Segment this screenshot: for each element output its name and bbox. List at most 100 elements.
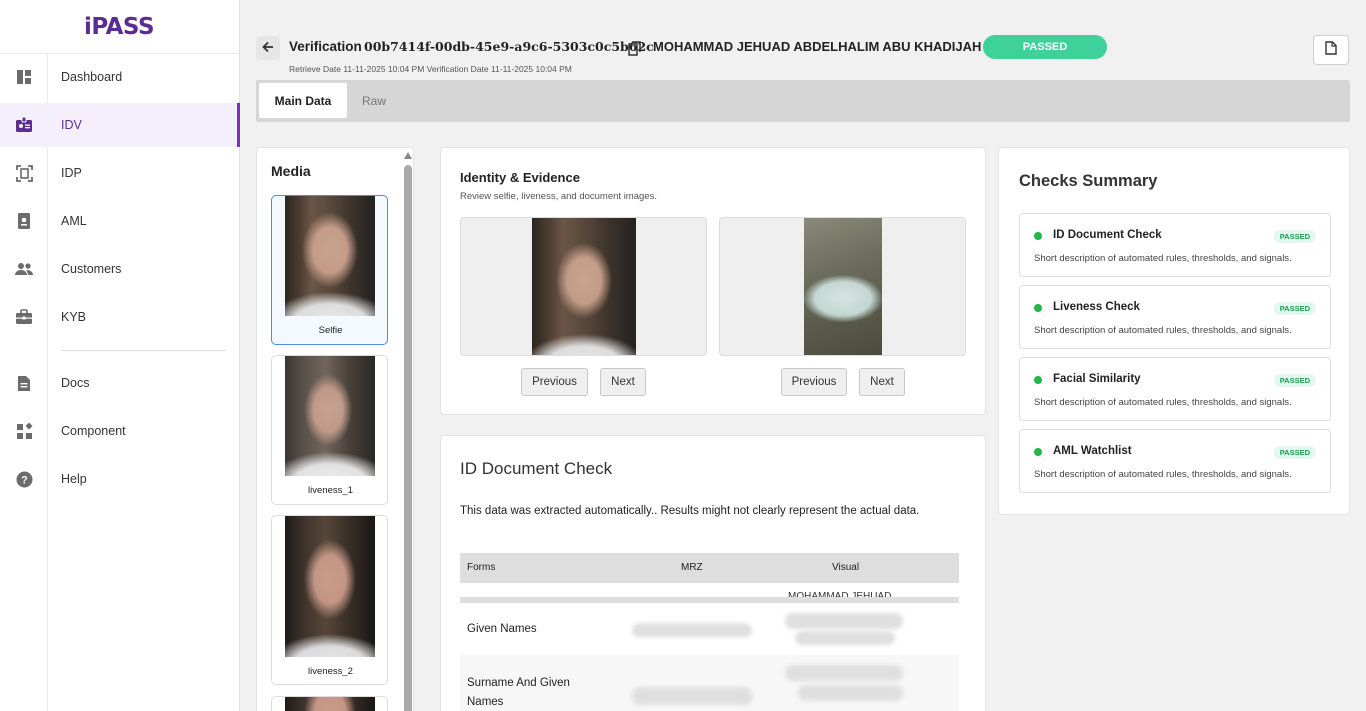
export-document-button[interactable] [1313, 35, 1349, 65]
sidebar-item-component[interactable]: Component [0, 409, 240, 453]
scroll-up-arrow-icon[interactable] [404, 152, 412, 159]
check-description: Short description of automated rules, th… [1034, 469, 1292, 480]
row-label: Surname And Given Names [467, 677, 570, 708]
check-description: Short description of automated rules, th… [1034, 253, 1292, 264]
verification-title: Verification [289, 39, 362, 54]
sidebar-item-label: Help [61, 472, 87, 486]
document-next-button[interactable]: Next [859, 368, 905, 396]
id-document-title: ID Document Check [460, 459, 613, 478]
selfie-previous-button[interactable]: Previous [521, 368, 588, 396]
media-title: Media [271, 163, 311, 179]
checks-summary-title: Checks Summary [1019, 172, 1158, 190]
document-icon [15, 374, 33, 392]
sidebar-item-kyb[interactable]: KYB [0, 295, 240, 339]
column-header: Forms [467, 562, 496, 573]
status-badge: PASSED [983, 35, 1107, 59]
check-description: Short description of automated rules, th… [1034, 325, 1292, 336]
check-name: AML Watchlist [1053, 445, 1132, 457]
media-item-liveness-1[interactable]: liveness_1 [271, 355, 388, 505]
check-name: Liveness Check [1053, 301, 1140, 313]
media-caption: liveness_2 [308, 666, 353, 677]
check-item[interactable]: AML Watchlist PASSED Short description o… [1019, 429, 1331, 493]
column-header: MRZ [681, 562, 703, 573]
sidebar-item-label: Customers [61, 262, 122, 276]
check-status-badge: PASSED [1273, 446, 1316, 459]
table-row: MOHAMMAD JEHUAD [460, 583, 959, 603]
liveness-1-thumbnail [285, 356, 375, 476]
table-row: Given Names [460, 603, 959, 655]
check-item[interactable]: ID Document Check PASSED Short descripti… [1019, 213, 1331, 277]
redacted-mrz-value [632, 687, 752, 705]
help-icon: ? [15, 470, 33, 488]
sidebar-item-help[interactable]: ? Help [0, 457, 240, 501]
check-item[interactable]: Liveness Check PASSED Short description … [1019, 285, 1331, 349]
back-button[interactable] [256, 36, 280, 60]
check-name: Facial Similarity [1053, 373, 1141, 385]
media-item-selfie[interactable]: Selfie [271, 195, 388, 345]
extraction-note: This data was extracted automatically.. … [460, 505, 920, 517]
media-panel: Media Selfie liveness_1 liveness_2 [256, 147, 414, 711]
sidebar-item-dashboard[interactable]: Dashboard [0, 55, 240, 99]
arrow-left-icon [262, 40, 274, 56]
liveness-2-thumbnail [285, 516, 375, 657]
sidebar-item-label: Dashboard [61, 70, 123, 84]
contact-card-icon [15, 212, 33, 230]
redacted-visual-value [798, 685, 903, 701]
verification-id: 00b7414f-00db-45e9-a9c6-5303c0c5b62c [364, 39, 654, 54]
copy-icon[interactable] [628, 41, 641, 56]
sidebar-item-label: Component [61, 424, 126, 438]
sidebar-item-label: IDV [61, 118, 82, 132]
media-scrollbar[interactable] [404, 152, 412, 711]
media-caption: Selfie [318, 325, 343, 336]
scroll-thumb[interactable] [404, 165, 412, 711]
media-caption: liveness_1 [308, 485, 353, 496]
sidebar-item-idp[interactable]: IDP [0, 151, 240, 195]
media-item-liveness-2[interactable]: liveness_2 [271, 515, 388, 685]
identity-title: Identity & Evidence [460, 170, 580, 185]
column-header: Visual [832, 562, 860, 573]
people-icon [15, 260, 33, 278]
document-viewer [719, 217, 966, 356]
dashboard-icon [15, 68, 33, 86]
briefcase-icon [15, 308, 33, 326]
sidebar-item-aml[interactable]: AML [0, 199, 240, 243]
tab-raw[interactable]: Raw [352, 83, 396, 118]
tab-bar: Main Data Raw [256, 80, 1350, 122]
tab-main-data[interactable]: Main Data [259, 83, 347, 118]
table-row: Surname And Given Names [460, 655, 959, 711]
redacted-visual-value [785, 613, 903, 629]
sidebar-item-label: AML [61, 214, 87, 228]
check-status-badge: PASSED [1273, 230, 1316, 243]
id-document-card: ID Document Check This data was extracte… [440, 435, 986, 711]
sidebar-divider [61, 350, 226, 351]
logo[interactable]: iPASS [84, 14, 155, 40]
check-item[interactable]: Facial Similarity PASSED Short descripti… [1019, 357, 1331, 421]
svg-text:?: ? [21, 474, 28, 486]
widgets-icon [15, 422, 33, 440]
document-image [804, 218, 882, 355]
sidebar-item-label: KYB [61, 310, 87, 324]
sidebar-item-idv[interactable]: IDV [0, 103, 240, 147]
sidebar-item-customers[interactable]: Customers [0, 247, 240, 291]
redacted-mrz-value [632, 623, 752, 637]
check-status-badge: PASSED [1273, 302, 1316, 315]
document-previous-button[interactable]: Previous [781, 368, 847, 396]
status-dot-icon [1034, 304, 1042, 312]
check-name: ID Document Check [1053, 229, 1162, 241]
table-header: Forms MRZ Visual [460, 553, 959, 583]
checks-summary-card: Checks Summary ID Document Check PASSED … [998, 147, 1350, 515]
media-thumbnail [285, 697, 375, 711]
selfie-image [532, 218, 636, 355]
sidebar-item-label: IDP [61, 166, 82, 180]
status-dot-icon [1034, 376, 1042, 384]
logo-area: iPASS [0, 0, 239, 54]
status-dot-icon [1034, 448, 1042, 456]
identity-evidence-card: Identity & Evidence Review selfie, liven… [440, 147, 986, 415]
sidebar: iPASS Dashboard IDV IDP AML Customers KY… [0, 0, 240, 711]
selfie-next-button[interactable]: Next [600, 368, 646, 396]
media-item-next[interactable] [271, 696, 388, 711]
sidebar-item-docs[interactable]: Docs [0, 361, 240, 405]
verification-dates: Retrieve Date 11-11-2025 10:04 PM Verifi… [289, 64, 572, 74]
status-dot-icon [1034, 232, 1042, 240]
redacted-visual-value [795, 631, 895, 645]
